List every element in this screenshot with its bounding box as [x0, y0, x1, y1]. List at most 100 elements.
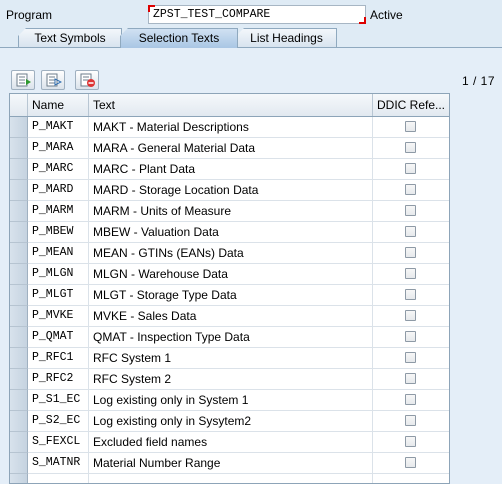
program-name-field[interactable]: ZPST_TEST_COMPARE [148, 5, 366, 24]
table-row[interactable]: P_MARM MARM - Units of Measure [10, 201, 449, 222]
table-row[interactable]: P_RFC2 RFC System 2 [10, 369, 449, 390]
cell-ddic [373, 243, 449, 264]
ddic-reference-checkbox[interactable] [405, 373, 416, 384]
tab-list-headings[interactable]: List Headings [236, 28, 337, 48]
selection-texts-panel: 1 / 17 Name Text DDIC Refe... P_MAKT MAKT… [0, 48, 502, 484]
cell-text[interactable]: MLGT - Storage Type Data [89, 285, 373, 306]
cell-name: P_MEAN [28, 243, 89, 264]
ddic-reference-checkbox[interactable] [405, 436, 416, 447]
ddic-reference-checkbox[interactable] [405, 331, 416, 342]
table-row[interactable]: P_QMAT QMAT - Inspection Type Data [10, 327, 449, 348]
insert-row-button[interactable] [11, 70, 35, 90]
cell-text[interactable]: MLGN - Warehouse Data [89, 264, 373, 285]
cell-name: P_S2_EC [28, 411, 89, 432]
row-selector[interactable] [10, 432, 28, 453]
cell-text[interactable]: Material Number Range [89, 453, 373, 474]
ddic-reference-checkbox[interactable] [405, 163, 416, 174]
ddic-reference-checkbox[interactable] [405, 142, 416, 153]
ddic-reference-checkbox[interactable] [405, 247, 416, 258]
cell-text[interactable]: MBEW - Valuation Data [89, 222, 373, 243]
cell-text[interactable]: MARC - Plant Data [89, 159, 373, 180]
row-selector[interactable] [10, 264, 28, 285]
table-row[interactable]: S_MATNR Material Number Range [10, 453, 449, 474]
row-selector[interactable] [10, 327, 28, 348]
row-selector[interactable] [10, 138, 28, 159]
ddic-reference-checkbox[interactable] [405, 394, 416, 405]
cell-text[interactable]: RFC System 1 [89, 348, 373, 369]
cell-text[interactable]: MARD - Storage Location Data [89, 180, 373, 201]
table-row[interactable]: P_MARD MARD - Storage Location Data [10, 180, 449, 201]
ddic-reference-checkbox[interactable] [405, 205, 416, 216]
tab-text-symbols[interactable]: Text Symbols [18, 28, 122, 48]
cell-ddic [373, 369, 449, 390]
row-selector[interactable] [10, 474, 28, 483]
table-row[interactable]: P_MVKE MVKE - Sales Data [10, 306, 449, 327]
ddic-reference-checkbox[interactable] [405, 289, 416, 300]
column-name-header[interactable]: Name [28, 94, 89, 116]
cell-ddic [373, 264, 449, 285]
row-selector[interactable] [10, 411, 28, 432]
cell-text[interactable]: MAKT - Material Descriptions [89, 117, 373, 138]
row-selector[interactable] [10, 201, 28, 222]
cell-text[interactable]: Log existing only in Sysytem2 [89, 411, 373, 432]
cell-name: P_MBEW [28, 222, 89, 243]
row-selector[interactable] [10, 306, 28, 327]
select-all-column[interactable] [10, 94, 28, 116]
table-row[interactable]: S_FEXCL Excluded field names [10, 432, 449, 453]
table-row[interactable]: P_RFC1 RFC System 1 [10, 348, 449, 369]
table-row[interactable]: P_MARC MARC - Plant Data [10, 159, 449, 180]
table-row[interactable]: P_MLGN MLGN - Warehouse Data [10, 264, 449, 285]
cell-name: P_MARC [28, 159, 89, 180]
row-selector[interactable] [10, 453, 28, 474]
selection-texts-table: Name Text DDIC Refe... P_MAKT MAKT - Mate… [9, 93, 450, 484]
cell-ddic [373, 411, 449, 432]
ddic-reference-checkbox[interactable] [405, 352, 416, 363]
cell-ddic [373, 306, 449, 327]
copy-row-button[interactable] [41, 70, 65, 90]
column-text-header[interactable]: Text [89, 94, 373, 116]
ddic-reference-checkbox[interactable] [405, 226, 416, 237]
row-counter: 1 / 17 [461, 74, 495, 88]
cell-text[interactable] [89, 474, 373, 483]
ddic-reference-checkbox[interactable] [405, 184, 416, 195]
row-selector[interactable] [10, 369, 28, 390]
cell-name: P_S1_EC [28, 390, 89, 411]
ddic-reference-checkbox[interactable] [405, 268, 416, 279]
row-selector[interactable] [10, 390, 28, 411]
table-row[interactable]: P_MARA MARA - General Material Data [10, 138, 449, 159]
tab-selection-texts[interactable]: Selection Texts [120, 28, 238, 48]
delete-row-button[interactable] [75, 70, 99, 90]
cell-text[interactable]: MVKE - Sales Data [89, 306, 373, 327]
row-selector[interactable] [10, 243, 28, 264]
cell-name: P_MLGN [28, 264, 89, 285]
table-row[interactable]: P_S1_EC Log existing only in System 1 [10, 390, 449, 411]
column-ddic-header[interactable]: DDIC Refe... [373, 94, 449, 116]
row-selector[interactable] [10, 285, 28, 306]
cell-text[interactable]: MARA - General Material Data [89, 138, 373, 159]
cell-text[interactable]: MARM - Units of Measure [89, 201, 373, 222]
cell-ddic [373, 159, 449, 180]
cell-text[interactable]: MEAN - GTINs (EANs) Data [89, 243, 373, 264]
row-selector[interactable] [10, 180, 28, 201]
cell-ddic [373, 453, 449, 474]
ddic-reference-checkbox[interactable] [405, 121, 416, 132]
cell-text[interactable]: QMAT - Inspection Type Data [89, 327, 373, 348]
cell-text[interactable]: RFC System 2 [89, 369, 373, 390]
ddic-reference-checkbox[interactable] [405, 457, 416, 468]
table-row[interactable]: P_MBEW MBEW - Valuation Data [10, 222, 449, 243]
ddic-reference-checkbox[interactable] [405, 415, 416, 426]
ddic-reference-checkbox[interactable] [405, 310, 416, 321]
row-selector[interactable] [10, 117, 28, 138]
table-row[interactable]: P_MEAN MEAN - GTINs (EANs) Data [10, 243, 449, 264]
table-row[interactable]: P_MAKT MAKT - Material Descriptions [10, 117, 449, 138]
row-selector[interactable] [10, 159, 28, 180]
table-row[interactable]: P_S2_EC Log existing only in Sysytem2 [10, 411, 449, 432]
cell-text[interactable]: Log existing only in System 1 [89, 390, 373, 411]
row-selector[interactable] [10, 222, 28, 243]
row-selector[interactable] [10, 348, 28, 369]
cell-ddic [373, 180, 449, 201]
cell-text[interactable]: Excluded field names [89, 432, 373, 453]
cell-ddic [373, 222, 449, 243]
table-row[interactable]: P_MLGT MLGT - Storage Type Data [10, 285, 449, 306]
table-row[interactable] [10, 474, 449, 483]
